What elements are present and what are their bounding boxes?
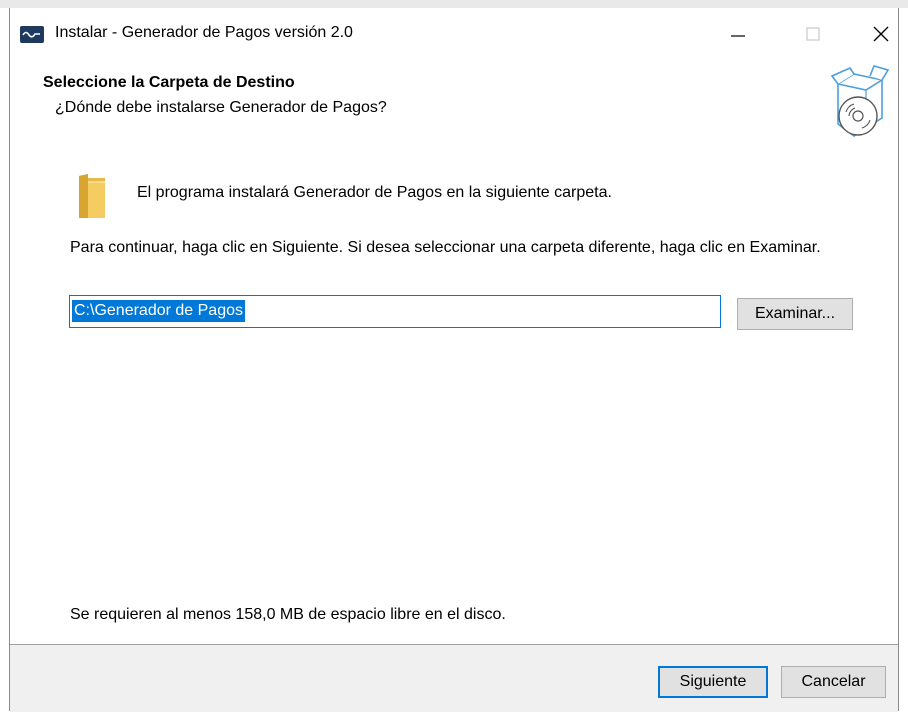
page-subtitle: ¿Dónde debe instalarse Generador de Pago… [55, 99, 387, 116]
close-button[interactable] [858, 8, 904, 58]
destination-path-input[interactable]: C:\Generador de Pagos [69, 295, 721, 328]
minimize-icon [731, 35, 745, 37]
maximize-button[interactable] [790, 8, 836, 58]
window-title: Instalar - Generador de Pagos versión 2.… [55, 24, 353, 41]
title-bar[interactable]: Instalar - Generador de Pagos versión 2.… [10, 8, 898, 58]
folder-icon [76, 174, 108, 225]
instructions-text: Para continuar, haga clic en Siguiente. … [70, 239, 821, 256]
install-info-text: El programa instalará Generador de Pagos… [137, 184, 612, 201]
page-title: Seleccione la Carpeta de Destino [43, 74, 295, 91]
installer-app-icon [20, 26, 44, 43]
disk-space-text: Se requieren al menos 158,0 MB de espaci… [70, 606, 506, 623]
footer-bar: Siguiente Cancelar [10, 644, 898, 712]
destination-path-value: C:\Generador de Pagos [72, 300, 245, 322]
background-window-strip [0, 0, 908, 8]
minimize-button[interactable] [715, 8, 761, 58]
next-button[interactable]: Siguiente [658, 666, 768, 698]
cancel-button[interactable]: Cancelar [781, 666, 886, 698]
close-icon [873, 26, 889, 42]
maximize-icon [806, 27, 820, 41]
browse-button[interactable]: Examinar... [737, 298, 853, 330]
header-panel: Seleccione la Carpeta de Destino ¿Dónde … [10, 58, 898, 158]
software-box-cd-icon [830, 64, 890, 149]
installer-window: Instalar - Generador de Pagos versión 2.… [9, 8, 899, 712]
